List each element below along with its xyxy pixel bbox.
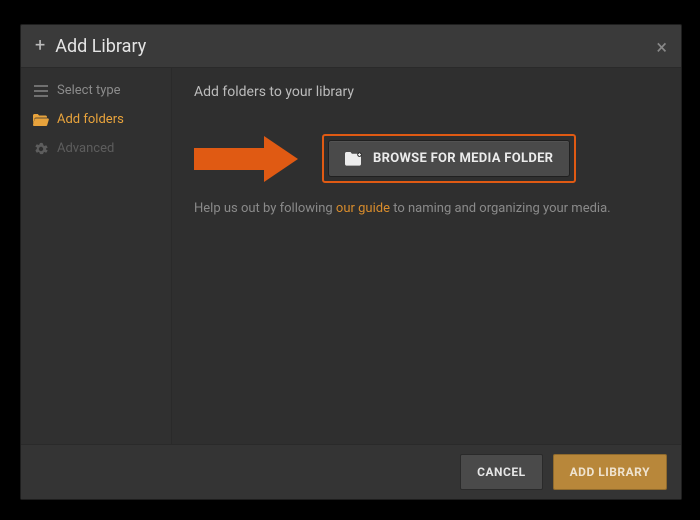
folder-add-icon — [345, 152, 363, 166]
modal-title: Add Library — [55, 36, 146, 57]
folder-open-icon — [33, 114, 49, 126]
cancel-button[interactable]: CANCEL — [460, 454, 542, 490]
modal-footer: CANCEL ADD LIBRARY — [21, 444, 681, 499]
sidebar: Select type Add folders Advanced — [21, 68, 172, 444]
list-icon — [33, 85, 49, 97]
browse-highlight-box: BROWSE FOR MEDIA FOLDER — [322, 134, 576, 183]
sidebar-item-select-type[interactable]: Select type — [21, 76, 171, 105]
help-text: Help us out by following our guide to na… — [194, 201, 659, 216]
sidebar-item-label: Advanced — [57, 141, 114, 156]
sidebar-item-add-folders[interactable]: Add folders — [21, 105, 171, 134]
plus-icon: + — [35, 37, 45, 55]
sidebar-item-label: Select type — [57, 83, 121, 98]
modal-body: Select type Add folders Advanced Add fol… — [21, 68, 681, 444]
help-suffix: to naming and organizing your media. — [390, 201, 611, 216]
browse-row: BROWSE FOR MEDIA FOLDER — [194, 134, 659, 183]
gear-icon — [33, 142, 49, 156]
add-library-button[interactable]: ADD LIBRARY — [553, 454, 667, 490]
callout-arrow — [194, 136, 304, 182]
sidebar-item-label: Add folders — [57, 112, 124, 127]
help-guide-link[interactable]: our guide — [336, 201, 390, 216]
add-library-modal: + Add Library × Select type Add folders — [20, 24, 682, 500]
main-heading: Add folders to your library — [194, 84, 659, 100]
main-panel: Add folders to your library BROWSE FOR M… — [172, 68, 681, 444]
browse-media-folder-button[interactable]: BROWSE FOR MEDIA FOLDER — [328, 140, 570, 177]
sidebar-item-advanced[interactable]: Advanced — [21, 134, 171, 163]
close-icon[interactable]: × — [656, 35, 667, 59]
help-prefix: Help us out by following — [194, 201, 336, 216]
modal-header: + Add Library × — [21, 25, 681, 68]
browse-button-label: BROWSE FOR MEDIA FOLDER — [373, 151, 553, 166]
